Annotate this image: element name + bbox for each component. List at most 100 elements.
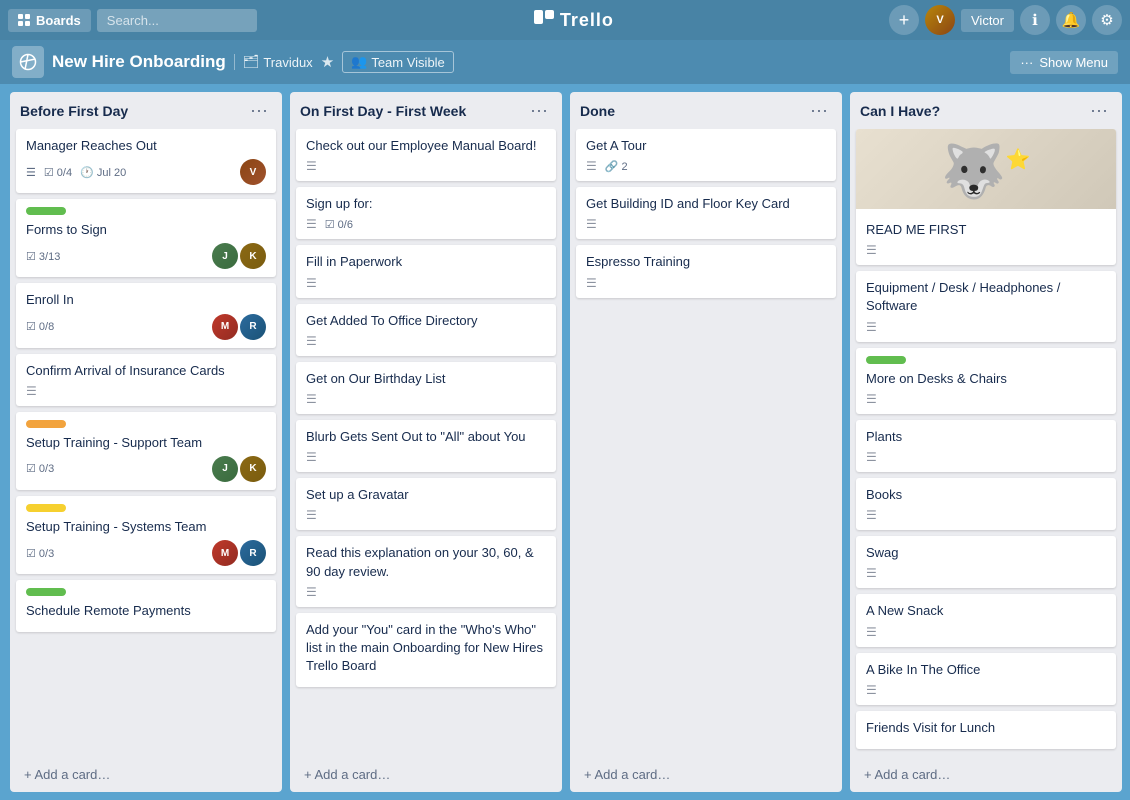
card-enroll-in[interactable]: Enroll In ☑ 0/8 M R [16, 283, 276, 347]
card-title: Fill in Paperwork [306, 253, 546, 271]
list-menu-button[interactable]: ··· [1086, 100, 1112, 121]
add-card-button[interactable]: + Add a card… [858, 763, 1114, 786]
card-blurb-sent-out[interactable]: Blurb Gets Sent Out to "All" about You ☰ [296, 420, 556, 472]
card-meta: ☰ [586, 217, 826, 231]
list-title: Before First Day [20, 103, 128, 119]
list-title: On First Day - First Week [300, 103, 466, 119]
card-title: Get Added To Office Directory [306, 312, 546, 330]
board-content: Before First Day ··· Manager Reaches Out… [0, 84, 1130, 800]
card-get-building-id[interactable]: Get Building ID and Floor Key Card ☰ [576, 187, 836, 239]
settings-button[interactable]: ⚙ [1092, 5, 1122, 35]
add-card-button[interactable]: + Add a card… [578, 763, 834, 786]
card-title: Get on Our Birthday List [306, 370, 546, 388]
boards-button[interactable]: Boards [8, 9, 91, 32]
card-read-me-first[interactable]: 🐺 ⭐ READ ME FIRST ☰ [856, 129, 1116, 265]
boards-label: Boards [36, 13, 81, 28]
show-menu-button[interactable]: ··· Show Menu [1010, 51, 1118, 74]
board-logo [12, 46, 44, 78]
notifications-button[interactable]: 🔔 [1056, 5, 1086, 35]
avatar[interactable]: V [925, 5, 955, 35]
card-title: Manager Reaches Out [26, 137, 266, 155]
avatar: K [240, 243, 266, 269]
list-before-first-day: Before First Day ··· Manager Reaches Out… [10, 92, 282, 792]
card-meta: ☰ [306, 508, 546, 522]
card-meta: ☰ [866, 508, 1106, 522]
board-visibility[interactable]: 👥 Team Visible [342, 51, 454, 73]
card-title: More on Desks & Chairs [866, 370, 1106, 388]
card-schedule-remote-payments[interactable]: Schedule Remote Payments [16, 580, 276, 632]
card-desc-icon: ☰ [866, 392, 877, 406]
list-can-i-have: Can I Have? ··· 🐺 ⭐ READ ME FIRST ☰ Equi… [850, 92, 1122, 792]
card-title: Sign up for: [306, 195, 546, 213]
card-desc-icon: ☰ [586, 217, 597, 231]
add-card-button[interactable]: + Add a card… [298, 763, 554, 786]
card-desc-icon: ☰ [306, 334, 317, 348]
avatar: J [212, 456, 238, 482]
visibility-label: Team Visible [371, 55, 444, 70]
card-meta: ☰ [866, 392, 1106, 406]
card-title: Equipment / Desk / Headphones / Software [866, 279, 1106, 315]
card-title: Setup Training - Systems Team [26, 518, 266, 536]
card-fill-in-paperwork[interactable]: Fill in Paperwork ☰ [296, 245, 556, 297]
info-button[interactable]: ℹ [1020, 5, 1050, 35]
card-friends-visit[interactable]: Friends Visit for Lunch [856, 711, 1116, 749]
list-menu-button[interactable]: ··· [526, 100, 552, 121]
card-title: Check out our Employee Manual Board! [306, 137, 546, 155]
card-meta: ☰ ☑ 0/4 🕐 Jul 20 V [26, 159, 266, 185]
card-meta: ☰ [866, 683, 1106, 697]
card-more-on-desks[interactable]: More on Desks & Chairs ☰ [856, 348, 1116, 414]
card-title: A New Snack [866, 602, 1106, 620]
card-espresso-training[interactable]: Espresso Training ☰ [576, 245, 836, 297]
board-header: New Hire Onboarding 🗂 Travidux ★ 👥 Team … [0, 40, 1130, 84]
list-header: Done ··· [570, 92, 842, 129]
card-books[interactable]: Books ☰ [856, 478, 1116, 530]
card-desc-icon: ☰ [26, 384, 37, 398]
card-confirm-arrival[interactable]: Confirm Arrival of Insurance Cards ☰ [16, 354, 276, 406]
add-card-button[interactable]: + Add a card… [18, 763, 274, 786]
card-set-up-gravatar[interactable]: Set up a Gravatar ☰ [296, 478, 556, 530]
card-plants[interactable]: Plants ☰ [856, 420, 1116, 472]
card-checklist: ☑ 0/3 [26, 462, 54, 475]
card-get-added-directory[interactable]: Get Added To Office Directory ☰ [296, 304, 556, 356]
card-add-you-card[interactable]: Add your "You" card in the "Who's Who" l… [296, 613, 556, 688]
card-get-birthday-list[interactable]: Get on Our Birthday List ☰ [296, 362, 556, 414]
card-label-yellow [26, 504, 66, 512]
card-forms-to-sign[interactable]: Forms to Sign ☑ 3/13 J K [16, 199, 276, 277]
card-read-explanation-30-60-90[interactable]: Read this explanation on your 30, 60, & … [296, 536, 556, 606]
card-manager-reaches-out[interactable]: Manager Reaches Out ☰ ☑ 0/4 🕐 Jul 20 V [16, 129, 276, 193]
list-menu-button[interactable]: ··· [246, 100, 272, 121]
user-menu-button[interactable]: Victor [961, 9, 1014, 32]
card-meta: ☰ [26, 384, 266, 398]
list-menu-button[interactable]: ··· [806, 100, 832, 121]
card-title: Plants [866, 428, 1106, 446]
card-swag[interactable]: Swag ☰ [856, 536, 1116, 588]
card-a-new-snack[interactable]: A New Snack ☰ [856, 594, 1116, 646]
card-sign-up-for[interactable]: Sign up for: ☰ ☑ 0/6 [296, 187, 556, 239]
add-button[interactable]: + [889, 5, 919, 35]
list-cards: 🐺 ⭐ READ ME FIRST ☰ Equipment / Desk / H… [850, 129, 1122, 757]
card-meta: ☰ [306, 585, 546, 599]
card-meta: ☰ [866, 625, 1106, 639]
org-name: Travidux [263, 55, 312, 70]
show-menu-label: Show Menu [1039, 55, 1108, 70]
board-title: New Hire Onboarding [52, 52, 226, 72]
card-attachments: 🔗 2 [605, 160, 628, 173]
card-desc-icon: ☰ [306, 392, 317, 406]
card-setup-training-systems[interactable]: Setup Training - Systems Team ☑ 0/3 M R [16, 496, 276, 574]
star-icon[interactable]: ★ [321, 53, 334, 71]
board-org[interactable]: 🗂 Travidux [234, 54, 313, 70]
avatar: M [212, 314, 238, 340]
card-meta: ☰ 🔗 2 [586, 159, 826, 173]
card-title: Swag [866, 544, 1106, 562]
card-equipment-desk[interactable]: Equipment / Desk / Headphones / Software… [856, 271, 1116, 341]
card-check-employee-manual[interactable]: Check out our Employee Manual Board! ☰ [296, 129, 556, 181]
card-meta: ☑ 0/3 J K [26, 456, 266, 482]
card-setup-training-support[interactable]: Setup Training - Support Team ☑ 0/3 J K [16, 412, 276, 490]
list-footer: + Add a card… [290, 757, 562, 792]
card-checklist: ☑ 3/13 [26, 250, 60, 263]
card-a-bike[interactable]: A Bike In The Office ☰ [856, 653, 1116, 705]
card-meta: ☰ [306, 276, 546, 290]
plus-icon: + [899, 10, 910, 31]
search-input[interactable] [97, 9, 257, 32]
card-get-a-tour[interactable]: Get A Tour ☰ 🔗 2 [576, 129, 836, 181]
